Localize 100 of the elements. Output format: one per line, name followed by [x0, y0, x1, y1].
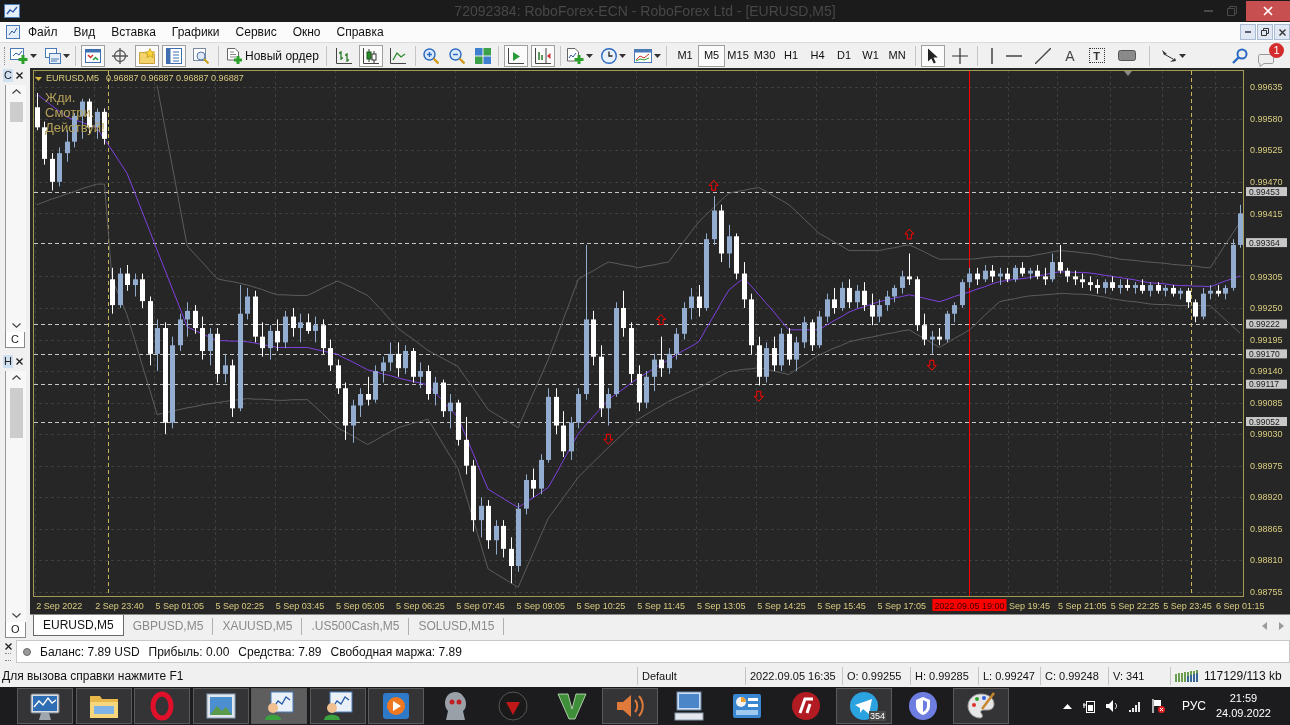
panel-tab[interactable]: C [5, 332, 25, 348]
speaker-icon[interactable] [1105, 699, 1118, 713]
period-button[interactable]: H4 [804, 44, 831, 67]
caret-icon[interactable] [30, 53, 37, 58]
candle [952, 301, 957, 323]
chart-tab[interactable]: EURUSD,M5 [33, 615, 124, 636]
scrollbar[interactable] [5, 85, 26, 332]
candle [840, 281, 845, 312]
menu-item[interactable]: Сервис [227, 22, 285, 42]
menu-item[interactable]: Окно [284, 22, 329, 42]
period-button[interactable]: D1 [830, 44, 858, 67]
close-icon[interactable] [4, 643, 12, 650]
panel-title: H [3, 354, 13, 368]
chart-scroll-button[interactable] [503, 44, 528, 67]
candle [734, 232, 739, 280]
chart-type-button[interactable] [358, 44, 383, 67]
scroll-up-icon[interactable] [11, 89, 21, 94]
close-icon[interactable] [1278, 28, 1286, 36]
language-indicator[interactable]: РУС [1181, 697, 1206, 715]
restore-icon[interactable] [1261, 28, 1269, 36]
chat-bubble-icon[interactable] [1258, 53, 1274, 67]
candle [606, 387, 611, 427]
battery-icon[interactable] [1082, 699, 1095, 713]
text-label-tool-button[interactable]: T [1088, 48, 1105, 63]
child-close-button[interactable] [1274, 24, 1290, 40]
menu-item[interactable]: Графики [163, 22, 228, 42]
candle [637, 364, 642, 412]
menu-item[interactable]: Справка [328, 22, 392, 42]
window-magnifier-icon [193, 47, 209, 64]
taskbar-button[interactable] [75, 688, 132, 724]
period-button[interactable]: M15 [724, 44, 752, 67]
panel-tab[interactable]: O [5, 622, 26, 638]
shift-marker-icon[interactable] [1124, 71, 1132, 76]
template-icon[interactable] [633, 47, 652, 64]
period-button[interactable]: M30 [751, 44, 778, 67]
zoom-in-icon[interactable] [422, 47, 439, 64]
scroll-down-icon[interactable] [11, 323, 21, 328]
caret-icon[interactable] [1178, 53, 1186, 58]
close-icon[interactable] [15, 71, 23, 79]
period-button[interactable]: MN [883, 44, 911, 67]
child-restore-button[interactable] [1257, 24, 1273, 40]
account-value: Баланс: 7.89 USD [40, 643, 140, 661]
taskbar-button[interactable] [192, 688, 249, 724]
taskbar-button[interactable] [953, 688, 1009, 724]
search-icon[interactable] [1232, 47, 1248, 64]
candle [464, 416, 469, 475]
candle [208, 327, 213, 366]
new-order-button[interactable]: Новый ордер [224, 44, 321, 67]
arrows-icon[interactable] [1160, 48, 1177, 63]
vertical-line-icon[interactable] [991, 47, 994, 64]
caret-icon[interactable] [63, 53, 70, 58]
menu-item[interactable]: Вставка [103, 22, 164, 42]
windows-icon[interactable] [45, 47, 61, 64]
down-arrow-icon [926, 359, 937, 371]
pointer-tool-button[interactable] [921, 44, 946, 67]
time-label: 2 Sep 2022 [36, 601, 83, 611]
scroll-thumb[interactable] [9, 102, 23, 122]
toolbar-button[interactable] [162, 44, 186, 67]
scroll-thumb[interactable] [9, 388, 23, 438]
indicator-plus-icon[interactable] [565, 47, 584, 64]
chart-plus-icon[interactable] [10, 47, 28, 64]
chart-scroll-button[interactable] [530, 44, 555, 67]
price-label: 0.98755 [1250, 587, 1283, 598]
flag-icon[interactable] [1151, 699, 1165, 713]
price-label: 0.99305 [1250, 271, 1283, 282]
clock-icon[interactable] [600, 47, 617, 64]
signal-icon[interactable] [1128, 700, 1141, 712]
chevron-up-icon[interactable] [1062, 703, 1072, 709]
close-icon[interactable] [15, 357, 23, 365]
scroll-up-icon[interactable] [11, 375, 21, 380]
menu-item[interactable]: Вид [65, 22, 104, 42]
diagonal-line-icon[interactable] [1035, 47, 1052, 64]
zoom-out-icon[interactable] [448, 47, 465, 64]
horizontal-line-icon[interactable] [1006, 54, 1023, 57]
scroll-down-icon[interactable] [11, 613, 21, 618]
text-tool-button[interactable]: A [1064, 47, 1076, 64]
period-button[interactable]: W1 [857, 44, 884, 67]
scrollbar[interactable] [5, 371, 26, 622]
taskbar-button[interactable] [17, 688, 73, 724]
candle [396, 341, 401, 378]
menu-item[interactable]: Файл [20, 22, 66, 42]
taskbar-button[interactable]: 354 [836, 688, 892, 724]
caret-icon[interactable] [653, 53, 661, 58]
child-minimize-button[interactable] [1240, 24, 1256, 40]
candle [1035, 264, 1040, 280]
toolbar-button[interactable] [81, 44, 105, 67]
period-button[interactable]: M5 [698, 44, 725, 67]
candle [855, 284, 860, 309]
taskbar-button[interactable] [368, 688, 424, 724]
time-label: 5 Sep 13:05 [696, 601, 746, 611]
caret-icon[interactable] [618, 53, 626, 58]
period-button[interactable]: M1 [671, 44, 699, 67]
taskbar-button[interactable] [309, 688, 366, 724]
rectangle-icon[interactable] [1117, 50, 1136, 61]
time-label: 5 Sep 22:25 [1110, 601, 1160, 611]
taskbar-button[interactable] [251, 688, 307, 724]
clock[interactable]: 21:59 24.09.2022 [1215, 691, 1271, 721]
caret-icon[interactable] [585, 53, 593, 58]
period-button[interactable]: H1 [777, 44, 805, 67]
tile-windows-icon[interactable] [474, 47, 491, 64]
